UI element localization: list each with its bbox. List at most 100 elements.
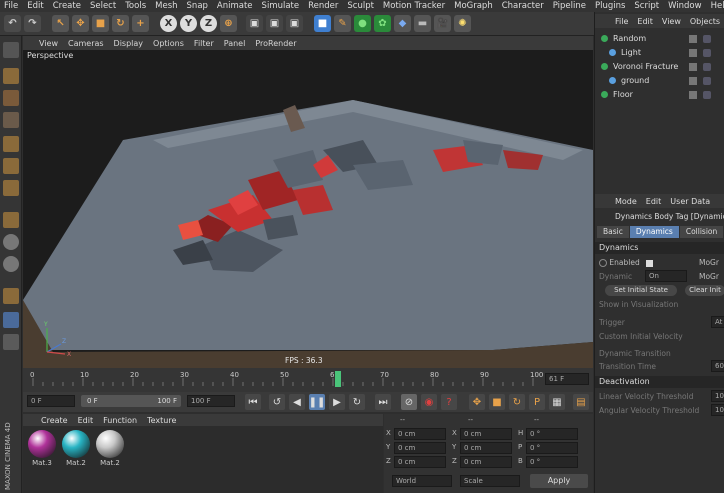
visibility-toggle[interactable] — [689, 35, 697, 43]
tweak-mode-icon[interactable] — [3, 288, 19, 304]
material-menu-create[interactable]: Create — [41, 416, 68, 425]
object-menu-objects[interactable]: Objects — [690, 17, 720, 26]
material-menu-texture[interactable]: Texture — [147, 416, 176, 425]
object-menu-view[interactable]: View — [662, 17, 681, 26]
snap-icon[interactable] — [3, 256, 19, 272]
timeline-ruler[interactable]: 0 10 20 30 40 50 60 70 80 90 100 61 F — [23, 368, 593, 392]
angular-velocity-field[interactable]: 10 — [711, 404, 724, 416]
menu-motion-tracker[interactable]: Motion Tracker — [383, 1, 445, 11]
attr-menu-user-data[interactable]: User Data — [670, 197, 710, 206]
start-frame-field[interactable]: 0 F — [27, 395, 75, 407]
coord-value-field[interactable]: 0 cm — [394, 442, 446, 454]
film-icon[interactable]: ▤ — [573, 394, 589, 410]
viewport-menu-display[interactable]: Display — [114, 39, 144, 48]
key-scale-icon[interactable]: ■ — [489, 394, 505, 410]
clear-initial-state-button[interactable]: Clear Init — [685, 285, 724, 296]
viewport-menu-panel[interactable]: Panel — [224, 39, 246, 48]
menu-sculpt[interactable]: Sculpt — [347, 1, 374, 11]
key-position-icon[interactable]: ✥ — [469, 394, 485, 410]
points-mode-icon[interactable] — [3, 136, 19, 152]
object-row[interactable]: Light — [595, 46, 724, 60]
coord-value-field[interactable]: 0 cm — [460, 442, 512, 454]
render-settings-icon[interactable]: ▣ — [286, 15, 303, 32]
solo-icon[interactable] — [3, 234, 19, 250]
camera-icon[interactable]: 🎥 — [434, 15, 451, 32]
object-row[interactable]: ground — [595, 74, 724, 88]
add-tool-icon[interactable]: + — [132, 15, 149, 32]
object-row[interactable]: Random — [595, 32, 724, 46]
viewport-menu-options[interactable]: Options — [153, 39, 184, 48]
loop-forward-icon[interactable]: ↻ — [349, 394, 365, 410]
render-view-icon[interactable]: ▣ — [246, 15, 263, 32]
render-picture-viewer-icon[interactable]: ▣ — [266, 15, 283, 32]
move-tool-icon[interactable]: ✥ — [72, 15, 89, 32]
texture-mode-icon[interactable] — [3, 90, 19, 106]
model-mode-icon[interactable] — [3, 68, 19, 84]
object-menu-file[interactable]: File — [615, 17, 628, 26]
coord-value-field[interactable]: 0 cm — [460, 428, 512, 440]
coord-mode-world[interactable]: World — [392, 475, 452, 487]
coord-value-field[interactable]: 0 ° — [526, 442, 578, 454]
viewport-menu-filter[interactable]: Filter — [194, 39, 214, 48]
tab-dynamics[interactable]: Dynamics — [629, 226, 679, 238]
viewport-menu-cameras[interactable]: Cameras — [68, 39, 104, 48]
workplane-mode-icon[interactable] — [3, 112, 19, 128]
coord-mode-scale[interactable]: Scale — [460, 475, 520, 487]
polygons-mode-icon[interactable] — [3, 180, 19, 196]
object-row[interactable]: Voronoi Fracture — [595, 60, 724, 74]
z-axis-lock-icon[interactable]: Z — [200, 15, 217, 32]
tab-collision[interactable]: Collision — [679, 226, 724, 238]
linear-velocity-field[interactable]: 10 — [711, 390, 724, 402]
coord-value-field[interactable]: 0 ° — [526, 456, 578, 468]
cube-icon[interactable]: ■ — [314, 15, 331, 32]
go-to-end-icon[interactable]: ⏭ — [375, 394, 391, 410]
object-menu-edit[interactable]: Edit — [637, 17, 653, 26]
menu-select[interactable]: Select — [90, 1, 116, 11]
coord-value-field[interactable]: 0 cm — [394, 428, 446, 440]
menu-help[interactable]: Help — [711, 1, 724, 11]
key-rotation-icon[interactable]: ↻ — [509, 394, 525, 410]
menu-create[interactable]: Create — [53, 1, 81, 11]
redo-icon[interactable]: ↷ — [24, 15, 41, 32]
pause-icon[interactable]: ❚❚ — [309, 394, 325, 410]
cloner-icon[interactable]: ✿ — [374, 15, 391, 32]
undo-icon[interactable]: ↶ — [4, 15, 21, 32]
dynamic-dropdown[interactable]: On — [645, 270, 687, 282]
coord-value-field[interactable]: 0 ° — [526, 428, 578, 440]
menu-render[interactable]: Render — [308, 1, 338, 11]
y-axis-lock-icon[interactable]: Y — [180, 15, 197, 32]
material-swatch[interactable]: Mat.3 — [27, 430, 57, 467]
coordinate-system-icon[interactable]: ⊕ — [220, 15, 237, 32]
grid-icon[interactable] — [3, 334, 19, 350]
menu-mesh[interactable]: Mesh — [155, 1, 177, 11]
step-forward-icon[interactable]: ▶ — [329, 394, 345, 410]
set-initial-state-button[interactable]: Set Initial State — [605, 285, 677, 296]
tab-basic[interactable]: Basic — [597, 226, 629, 238]
menu-simulate[interactable]: Simulate — [262, 1, 300, 11]
menu-plugins[interactable]: Plugins — [595, 1, 625, 11]
menu-character[interactable]: Character — [502, 1, 544, 11]
frame-range-slider[interactable]: 0 F 100 F — [81, 395, 181, 407]
visibility-toggle[interactable] — [689, 63, 697, 71]
menu-tools[interactable]: Tools — [125, 1, 146, 11]
deformer-icon[interactable]: ◆ — [394, 15, 411, 32]
make-editable-icon[interactable] — [3, 42, 19, 58]
menu-file[interactable]: File — [4, 1, 18, 11]
perspective-viewport[interactable]: Perspective FPS : 36.3 Y Z X — [23, 50, 593, 368]
enabled-checkbox[interactable] — [646, 259, 654, 267]
material-menu-function[interactable]: Function — [103, 416, 137, 425]
edges-mode-icon[interactable] — [3, 158, 19, 174]
attr-menu-edit[interactable]: Edit — [646, 197, 662, 206]
menu-animate[interactable]: Animate — [217, 1, 253, 11]
tag-icon[interactable] — [703, 77, 711, 85]
axis-mode-icon[interactable] — [3, 212, 19, 228]
menu-script[interactable]: Script — [634, 1, 659, 11]
coord-value-field[interactable]: 0 cm — [394, 456, 446, 468]
material-swatch[interactable]: Mat.2 — [61, 430, 91, 467]
tag-icon[interactable] — [703, 35, 711, 43]
subdivision-icon[interactable]: ● — [354, 15, 371, 32]
visibility-toggle[interactable] — [689, 77, 697, 85]
workplane-icon[interactable] — [3, 312, 19, 328]
scale-tool-icon[interactable]: ■ — [92, 15, 109, 32]
visibility-toggle[interactable] — [689, 91, 697, 99]
